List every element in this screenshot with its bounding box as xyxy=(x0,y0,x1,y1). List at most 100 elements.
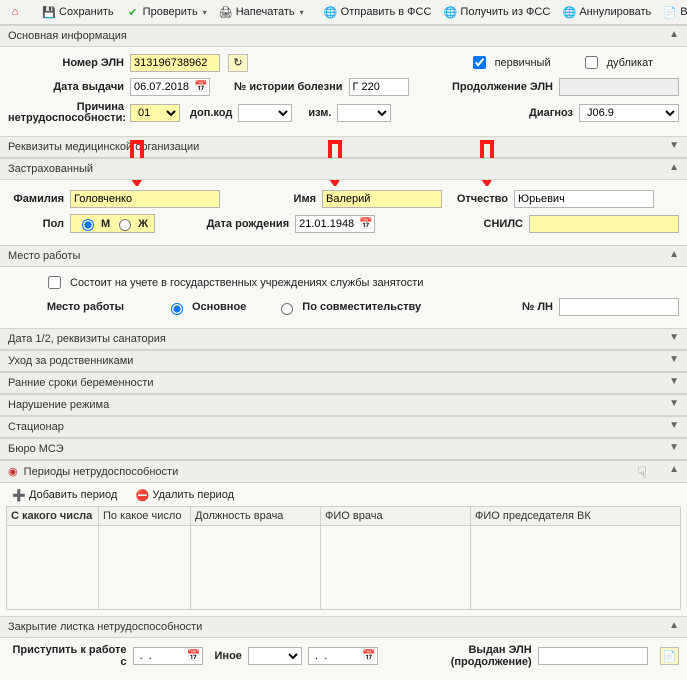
add-period-label: Добавить период xyxy=(29,489,117,501)
chg-label: изм. xyxy=(308,107,331,119)
get-fss-label: Получить из ФСС xyxy=(460,6,550,18)
duplicate-label: дубликат xyxy=(607,57,653,69)
col-vk[interactable]: ФИО председателя ВК xyxy=(471,507,681,526)
chevron-down-icon: ▾ xyxy=(203,8,207,17)
issue-cont-button[interactable]: 📄Выдать ЭЛН-продолжение▾ xyxy=(659,3,687,21)
sex-f-radio[interactable] xyxy=(119,219,131,231)
send-fss-button[interactable]: 🌐Отправить в ФСС xyxy=(320,3,436,21)
doc-icon: 📄 xyxy=(663,5,677,19)
get-fss-button[interactable]: 🌐Получить из ФСС xyxy=(439,3,554,21)
section-title: Бюро МСЭ xyxy=(8,443,64,455)
issue-cont-label: Выдать ЭЛН-продолжение xyxy=(680,6,687,18)
other-date[interactable] xyxy=(308,647,378,665)
collapse-icon: ▲ xyxy=(669,464,679,475)
issued-eln-input[interactable] xyxy=(538,647,648,665)
section-periods[interactable]: ◉ Периоды нетрудоспособности ☟ ▲ xyxy=(0,460,687,483)
add-period-button[interactable]: ➕Добавить период xyxy=(8,486,121,504)
cont-eln-input[interactable] xyxy=(559,78,679,96)
dob-input[interactable] xyxy=(295,215,375,233)
start-work-date[interactable] xyxy=(133,647,203,665)
wp-part-label: По совместительству xyxy=(302,301,421,313)
eln-no-label: Номер ЭЛН xyxy=(8,57,124,69)
other-select[interactable] xyxy=(248,647,302,665)
surname-input[interactable] xyxy=(70,190,220,208)
save-button[interactable]: 💾Сохранить xyxy=(38,3,118,21)
hand-cursor-icon: ☟ xyxy=(637,463,647,483)
collapse-icon: ▼ xyxy=(669,332,679,343)
eln-refresh-button[interactable]: ↻ xyxy=(228,54,248,72)
del-period-button[interactable]: ⛔Удалить период xyxy=(131,486,238,504)
chevron-down-icon: ▾ xyxy=(300,8,304,17)
collapse-icon: ▲ xyxy=(669,249,679,260)
collapse-icon: ▼ xyxy=(669,140,679,151)
collapse-icon: ▼ xyxy=(669,398,679,409)
reason-label: Причина нетрудоспособности: xyxy=(8,102,124,124)
duplicate-checkbox[interactable] xyxy=(585,56,598,69)
section-violation[interactable]: Нарушение режима▼ xyxy=(0,394,687,416)
section-relatives-care[interactable]: Уход за родственниками▼ xyxy=(0,350,687,372)
collapse-icon: ▼ xyxy=(669,442,679,453)
section-title: Место работы xyxy=(8,250,80,262)
section-closing[interactable]: Закрытие листка нетрудоспособности ▲ xyxy=(0,616,687,638)
diag-label: Диагноз xyxy=(529,107,573,119)
wp-main-label: Основное xyxy=(192,301,246,313)
employ-reg-label: Состоит на учете в государственных учреж… xyxy=(70,277,423,289)
annul-button[interactable]: 🌐Аннулировать xyxy=(558,3,655,21)
issue-date-input[interactable] xyxy=(130,78,210,96)
snils-input[interactable] xyxy=(529,215,679,233)
primary-checkbox[interactable] xyxy=(473,56,486,69)
wp-part-radio[interactable] xyxy=(281,303,293,315)
section-sanatorium[interactable]: Дата 1/2, реквизиты санатория▼ xyxy=(0,328,687,350)
section-pregnancy[interactable]: Ранние сроки беременности▼ xyxy=(0,372,687,394)
sex-m-radio[interactable] xyxy=(82,219,94,231)
section-title: Закрытие листка нетрудоспособности xyxy=(8,621,202,633)
ln-no-label: № ЛН xyxy=(522,301,553,313)
eln-no-input[interactable] xyxy=(130,54,220,72)
save-icon: 💾 xyxy=(42,5,56,19)
other-label: Иное xyxy=(215,650,242,662)
del-period-label: Удалить период xyxy=(152,489,234,501)
workplace-label: Место работы xyxy=(44,301,124,313)
closing-action-button[interactable]: 📄 xyxy=(660,647,679,665)
ln-no-input[interactable] xyxy=(559,298,679,316)
employ-reg-checkbox[interactable] xyxy=(48,276,61,289)
reason-code-select[interactable]: 01 xyxy=(130,104,180,122)
hist-no-input[interactable] xyxy=(349,78,409,96)
section-basic-info[interactable]: Основная информация ▲ xyxy=(0,25,687,47)
section-title: Стационар xyxy=(8,421,64,433)
save-label: Сохранить xyxy=(59,6,114,18)
print-button[interactable]: 🖨Напечатать▾ xyxy=(215,3,308,21)
section-title: Уход за родственниками xyxy=(8,355,133,367)
sex-label: Пол xyxy=(8,218,64,230)
check-label: Проверить xyxy=(143,6,198,18)
col-doctor[interactable]: ФИО врача xyxy=(321,507,471,526)
col-to[interactable]: По какое число xyxy=(99,507,191,526)
issued-eln-label: Выдан ЭЛН (продолжение) xyxy=(390,644,532,668)
diag-select[interactable]: J06.9 xyxy=(579,104,679,122)
dob-label: Дата рождения xyxy=(161,218,289,230)
check-button[interactable]: ✔Проверить▾ xyxy=(122,3,211,21)
send-fss-label: Отправить в ФСС xyxy=(341,6,432,18)
collapse-icon: ▼ xyxy=(669,376,679,387)
col-position[interactable]: Должность врача xyxy=(191,507,321,526)
collapse-icon: ▼ xyxy=(669,420,679,431)
globe-icon: 🌐 xyxy=(443,5,457,19)
section-insured[interactable]: Застрахованный ▲ xyxy=(0,158,687,180)
issue-date-label: Дата выдачи xyxy=(8,81,124,93)
name-input[interactable] xyxy=(322,190,442,208)
periods-toolbar: ➕Добавить период ⛔Удалить период xyxy=(0,483,687,506)
col-from[interactable]: С какого числа xyxy=(7,507,99,526)
main-toolbar: ⌂ 💾Сохранить ✔Проверить▾ 🖨Напечатать▾ 🌐О… xyxy=(0,0,687,25)
sex-m-label: М xyxy=(101,218,110,230)
chg-select[interactable] xyxy=(337,104,391,122)
patronymic-input[interactable] xyxy=(514,190,654,208)
home-button[interactable]: ⌂ xyxy=(4,3,26,21)
bullet-icon: ◉ xyxy=(8,466,18,478)
table-row[interactable] xyxy=(7,526,681,610)
addcode-select[interactable] xyxy=(238,104,292,122)
section-hospital[interactable]: Стационар ▼ xyxy=(0,416,687,438)
sex-group: М Ж xyxy=(70,214,155,233)
section-workplace[interactable]: Место работы ▲ xyxy=(0,245,687,267)
wp-main-radio[interactable] xyxy=(171,303,183,315)
section-mse[interactable]: Бюро МСЭ ▼ xyxy=(0,438,687,460)
